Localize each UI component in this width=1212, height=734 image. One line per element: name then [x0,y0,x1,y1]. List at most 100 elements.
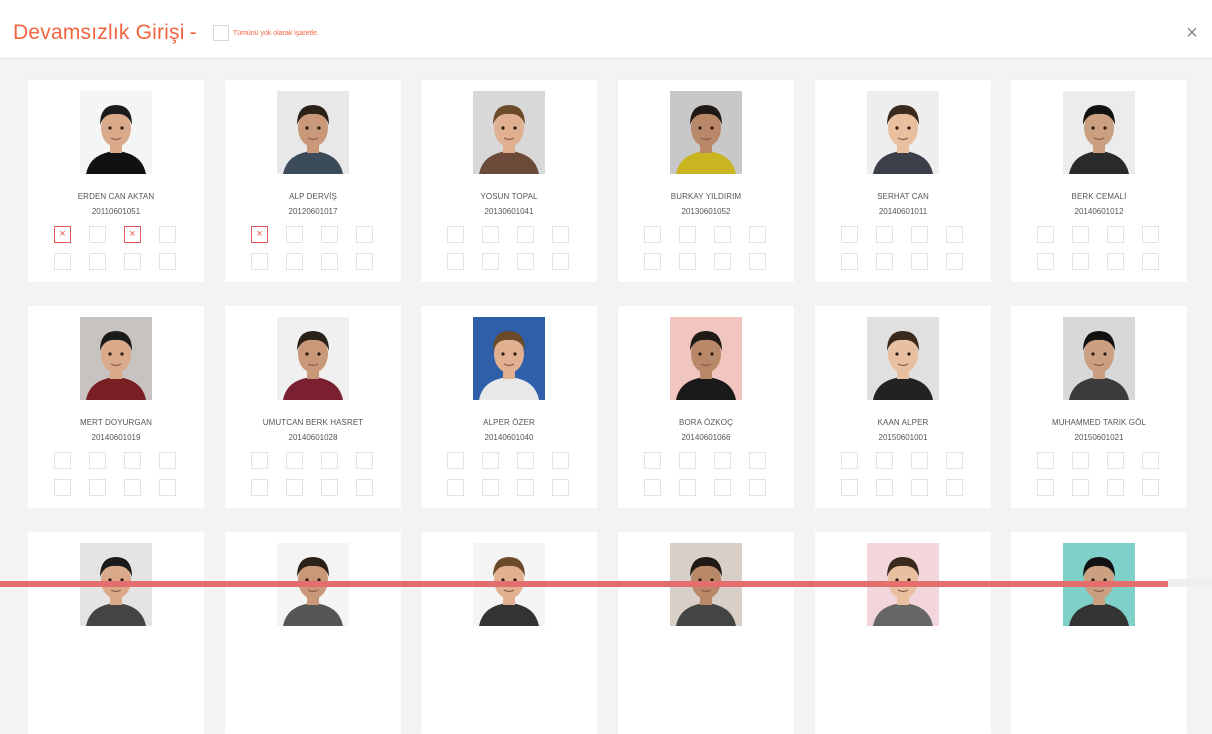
attendance-checkbox[interactable] [1107,479,1124,496]
attendance-checkbox[interactable] [251,452,268,469]
attendance-checkbox[interactable] [841,226,858,243]
attendance-checkbox[interactable] [356,226,373,243]
attendance-checkbox[interactable] [911,253,928,270]
attendance-checkbox[interactable] [876,226,893,243]
attendance-checkbox[interactable] [356,452,373,469]
attendance-checkbox[interactable] [714,253,731,270]
attendance-checkbox[interactable] [159,452,176,469]
attendance-checkbox[interactable] [89,479,106,496]
attendance-checkbox[interactable] [644,452,661,469]
attendance-checkbox[interactable] [679,253,696,270]
attendance-checkbox[interactable] [286,226,303,243]
attendance-checkbox[interactable] [447,226,464,243]
attendance-checkbox[interactable] [946,253,963,270]
attendance-checkbox[interactable] [1072,226,1089,243]
attendance-checkbox[interactable] [159,479,176,496]
attendance-checkbox[interactable] [1107,452,1124,469]
attendance-checkbox[interactable] [644,479,661,496]
attendance-checkbox[interactable] [644,226,661,243]
attendance-checkbox[interactable] [54,479,71,496]
attendance-checkbox[interactable] [946,226,963,243]
attendance-checkbox[interactable] [517,226,534,243]
attendance-checkbox[interactable] [1107,253,1124,270]
attendance-checkbox[interactable] [356,479,373,496]
attendance-checkbox[interactable] [286,479,303,496]
attendance-checkbox[interactable] [714,479,731,496]
attendance-checkbox[interactable] [749,253,766,270]
attendance-checkbox[interactable] [251,479,268,496]
attendance-checkbox[interactable] [356,253,373,270]
bottom-bar-button[interactable] [1168,579,1212,587]
attendance-checkbox[interactable] [286,253,303,270]
attendance-checkbox[interactable]: × [54,226,71,243]
attendance-checkbox[interactable] [946,479,963,496]
attendance-checkbox[interactable] [911,452,928,469]
attendance-checkbox[interactable] [679,226,696,243]
attendance-checkbox[interactable] [1072,452,1089,469]
attendance-checkbox[interactable] [1037,452,1054,469]
attendance-checkbox[interactable] [89,253,106,270]
attendance-checkbox[interactable] [749,479,766,496]
attendance-checkbox[interactable] [1037,226,1054,243]
attendance-checkbox[interactable] [447,479,464,496]
attendance-checkbox[interactable] [54,452,71,469]
attendance-checkbox[interactable] [644,253,661,270]
attendance-checkbox[interactable] [1072,253,1089,270]
attendance-checkbox[interactable] [1142,479,1159,496]
attendance-checkbox[interactable] [1142,452,1159,469]
attendance-checkbox[interactable] [517,479,534,496]
mark-all-absent-checkbox[interactable] [212,25,229,41]
attendance-checkbox[interactable] [876,253,893,270]
attendance-checkbox[interactable] [251,253,268,270]
attendance-checkbox[interactable] [714,452,731,469]
attendance-checkbox[interactable] [286,452,303,469]
attendance-checkbox[interactable] [124,479,141,496]
attendance-checkbox[interactable] [1142,226,1159,243]
attendance-checkbox[interactable] [911,226,928,243]
attendance-checkbox[interactable] [89,226,106,243]
attendance-checkbox[interactable] [876,479,893,496]
attendance-checkbox[interactable] [1107,226,1124,243]
mark-all-absent-label[interactable]: Tümünü yok olarak işaretle. [233,30,319,37]
attendance-checkbox[interactable] [321,452,338,469]
attendance-checkbox[interactable] [517,452,534,469]
attendance-checkbox[interactable] [321,479,338,496]
attendance-checkbox[interactable] [841,253,858,270]
attendance-checkbox[interactable] [1142,253,1159,270]
attendance-checkbox[interactable] [1037,479,1054,496]
attendance-checkbox[interactable]: × [251,226,268,243]
attendance-checkbox[interactable] [841,452,858,469]
attendance-checkbox[interactable] [321,253,338,270]
attendance-checkbox[interactable]: × [124,226,141,243]
attendance-checkbox[interactable] [447,253,464,270]
attendance-checkbox[interactable] [89,452,106,469]
attendance-checkbox[interactable] [482,452,499,469]
attendance-checkbox[interactable] [1037,253,1054,270]
close-icon[interactable]: × [1182,23,1202,43]
attendance-checkbox[interactable] [552,452,569,469]
attendance-checkbox[interactable] [679,479,696,496]
attendance-checkbox[interactable] [517,253,534,270]
attendance-checkbox[interactable] [124,452,141,469]
attendance-checkbox[interactable] [54,253,71,270]
attendance-checkbox[interactable] [679,452,696,469]
attendance-checkbox[interactable] [321,226,338,243]
attendance-checkbox[interactable] [552,253,569,270]
attendance-checkbox[interactable] [124,253,141,270]
attendance-checkbox[interactable] [714,226,731,243]
attendance-checkbox[interactable] [876,452,893,469]
attendance-checkbox[interactable] [159,253,176,270]
attendance-checkbox[interactable] [482,479,499,496]
attendance-checkbox[interactable] [482,226,499,243]
attendance-checkbox[interactable] [911,479,928,496]
attendance-checkbox[interactable] [159,226,176,243]
attendance-checkbox[interactable] [552,226,569,243]
attendance-checkbox[interactable] [1072,479,1089,496]
attendance-checkbox[interactable] [946,452,963,469]
attendance-checkbox[interactable] [482,253,499,270]
attendance-checkbox[interactable] [749,452,766,469]
attendance-checkbox[interactable] [749,226,766,243]
attendance-checkbox[interactable] [447,452,464,469]
attendance-checkbox[interactable] [841,479,858,496]
attendance-checkbox[interactable] [552,479,569,496]
